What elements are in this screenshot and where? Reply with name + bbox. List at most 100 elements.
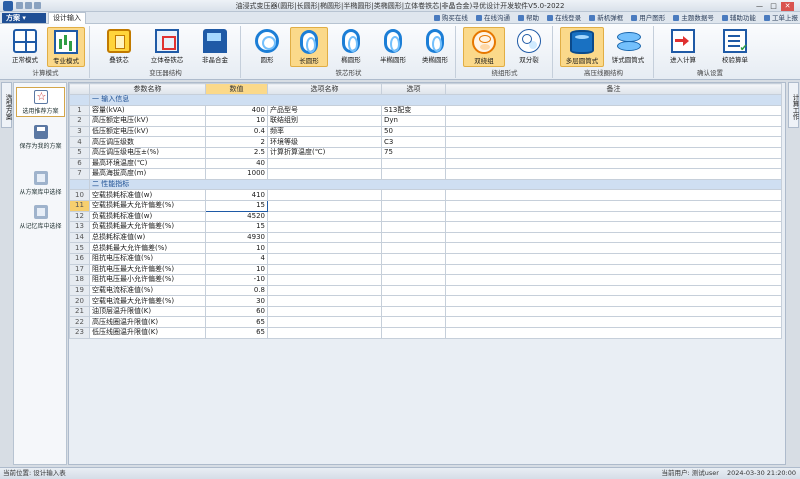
check-calc-sheet-button[interactable]: 校验算单: [713, 27, 757, 67]
remark-cell[interactable]: [445, 316, 782, 329]
table-row[interactable]: 10 空载损耗标准值(w) 410: [69, 189, 782, 201]
param-value-cell[interactable]: 15: [205, 221, 268, 233]
table-row[interactable]: 2 高压额定电压(kV) 10 联结组别 Dyn: [69, 115, 782, 127]
option-value-cell[interactable]: C3: [381, 136, 446, 148]
param-value-cell[interactable]: 10: [205, 242, 268, 254]
remark-cell[interactable]: [445, 327, 782, 339]
long-round-shape-button[interactable]: 长圆形: [290, 27, 328, 67]
option-value-cell[interactable]: [381, 316, 446, 329]
table-row[interactable]: 16 阻抗电压标准值(%) 4: [69, 252, 782, 265]
table-row[interactable]: 12 负载损耗标准值(w) 4520: [69, 210, 782, 223]
option-value-cell[interactable]: [381, 274, 446, 286]
remark-cell[interactable]: [445, 274, 782, 286]
table-row[interactable]: 20 空载电流最大允许偏差(%) 30: [69, 295, 782, 307]
param-value-cell[interactable]: 15: [205, 199, 268, 212]
table-row[interactable]: 6 最高环境温度(℃) 40: [69, 157, 782, 170]
option-value-cell[interactable]: [381, 242, 446, 254]
col-option[interactable]: 选项: [381, 83, 446, 95]
param-value-cell[interactable]: -10: [205, 274, 268, 286]
param-value-cell[interactable]: 0.8: [205, 284, 268, 297]
toplink-popup[interactable]: 新机弹框: [589, 13, 623, 23]
remark-cell[interactable]: [445, 305, 782, 318]
table-row[interactable]: 22 高压线圈温升限值(K) 65: [69, 316, 782, 329]
table-row[interactable]: 1 容量(kVA) 400 产品型号 S13配变: [69, 104, 782, 117]
table-row[interactable]: 11 空载损耗最大允许偏差(%) 15: [69, 199, 782, 212]
param-value-cell[interactable]: 60: [205, 305, 268, 318]
quick-save-icon[interactable]: [16, 2, 23, 9]
remark-cell[interactable]: [445, 210, 782, 223]
remark-cell[interactable]: [445, 168, 782, 180]
normal-mode-button[interactable]: 正常模式: [6, 27, 44, 67]
remark-cell[interactable]: [445, 125, 782, 138]
select-from-scheme-library-button[interactable]: 从方案库中选择: [16, 169, 65, 199]
use-recommended-scheme-button[interactable]: 选用推荐方案: [16, 87, 65, 117]
option-value-cell[interactable]: [381, 263, 446, 276]
param-value-cell[interactable]: 400: [205, 104, 268, 117]
option-value-cell[interactable]: [381, 221, 446, 233]
remark-cell[interactable]: [445, 252, 782, 265]
toplink-user[interactable]: 用户图形: [631, 13, 665, 23]
option-value-cell[interactable]: [381, 189, 446, 201]
double-winding-button[interactable]: 双绕组: [463, 27, 505, 67]
toplink-login[interactable]: 在线登录: [547, 13, 581, 23]
option-value-cell[interactable]: [381, 327, 446, 339]
side-tab-calc[interactable]: 计算工作: [788, 82, 799, 128]
option-value-cell[interactable]: 50: [381, 125, 446, 138]
side-tab-scheme[interactable]: 选型方案: [1, 82, 12, 128]
multilayer-cylinder-button[interactable]: 多层圆筒式: [560, 27, 604, 67]
param-value-cell[interactable]: 0.4: [205, 125, 268, 138]
laminated-core-button[interactable]: 叠铁芯: [97, 27, 141, 67]
remark-cell[interactable]: [445, 104, 782, 117]
double-split-button[interactable]: 双分裂: [509, 27, 549, 67]
table-row[interactable]: 21 油顶层温升限值(K) 60: [69, 305, 782, 318]
param-value-cell[interactable]: 2.5: [205, 146, 268, 159]
remark-cell[interactable]: [445, 295, 782, 307]
save-my-scheme-button[interactable]: 保存为我的方案: [16, 123, 65, 153]
param-value-cell[interactable]: 1000: [205, 168, 268, 180]
table-row[interactable]: 3 低压额定电压(kV) 0.4 频率 50: [69, 125, 782, 138]
remark-cell[interactable]: [445, 136, 782, 148]
ellipse-shape-button[interactable]: 椭圆形: [332, 27, 370, 67]
remark-cell[interactable]: [445, 199, 782, 212]
param-value-cell[interactable]: 40: [205, 157, 268, 170]
amorphous-alloy-button[interactable]: 非晶合金: [193, 27, 237, 67]
disc-cylinder-button[interactable]: 饼式圆筒式: [606, 27, 650, 67]
option-value-cell[interactable]: S13配变: [381, 104, 446, 117]
col-remark[interactable]: 备注: [445, 83, 782, 95]
col-option-name[interactable]: 选项名称: [267, 83, 382, 95]
option-value-cell[interactable]: [381, 157, 446, 170]
param-value-cell[interactable]: 65: [205, 316, 268, 329]
remark-cell[interactable]: [445, 115, 782, 127]
quick-undo-icon[interactable]: [25, 2, 32, 9]
table-row[interactable]: 18 阻抗电压最小允许偏差(%) -10: [69, 274, 782, 286]
col-value[interactable]: 数值: [205, 83, 268, 95]
option-value-cell[interactable]: [381, 231, 446, 244]
select-from-memory-library-button[interactable]: 从记忆库中选择: [16, 203, 65, 233]
param-value-cell[interactable]: 2: [205, 136, 268, 148]
option-value-cell[interactable]: Dyn: [381, 115, 446, 127]
remark-cell[interactable]: [445, 146, 782, 159]
param-value-cell[interactable]: 65: [205, 327, 268, 339]
close-button[interactable]: ✕: [781, 2, 794, 11]
param-value-cell[interactable]: 4930: [205, 231, 268, 244]
option-value-cell[interactable]: [381, 252, 446, 265]
toplink-ticket[interactable]: 工单上报: [764, 13, 798, 23]
option-value-cell[interactable]: [381, 210, 446, 223]
option-value-cell[interactable]: [381, 305, 446, 318]
param-value-cell[interactable]: 4520: [205, 210, 268, 223]
toplink-chat[interactable]: 在线沟通: [475, 13, 510, 23]
toplink-help[interactable]: 帮助: [518, 13, 539, 23]
param-value-cell[interactable]: 410: [205, 189, 268, 201]
pro-mode-button[interactable]: 专业模式: [47, 27, 85, 67]
param-value-cell[interactable]: 10: [205, 263, 268, 276]
remark-cell[interactable]: [445, 284, 782, 297]
remark-cell[interactable]: [445, 231, 782, 244]
table-row[interactable]: 13 负载损耗最大允许偏差(%) 15: [69, 221, 782, 233]
option-value-cell[interactable]: [381, 199, 446, 212]
quick-redo-icon[interactable]: [34, 2, 41, 9]
table-row[interactable]: 5 高压调压级电压±(%) 2.5 计算折算温度(℃) 75: [69, 146, 782, 159]
table-row[interactable]: 19 空载电流标准值(%) 0.8: [69, 284, 782, 297]
table-row[interactable]: 23 低压线圈温升限值(K) 65: [69, 327, 782, 339]
param-value-cell[interactable]: 30: [205, 295, 268, 307]
option-value-cell[interactable]: [381, 168, 446, 180]
